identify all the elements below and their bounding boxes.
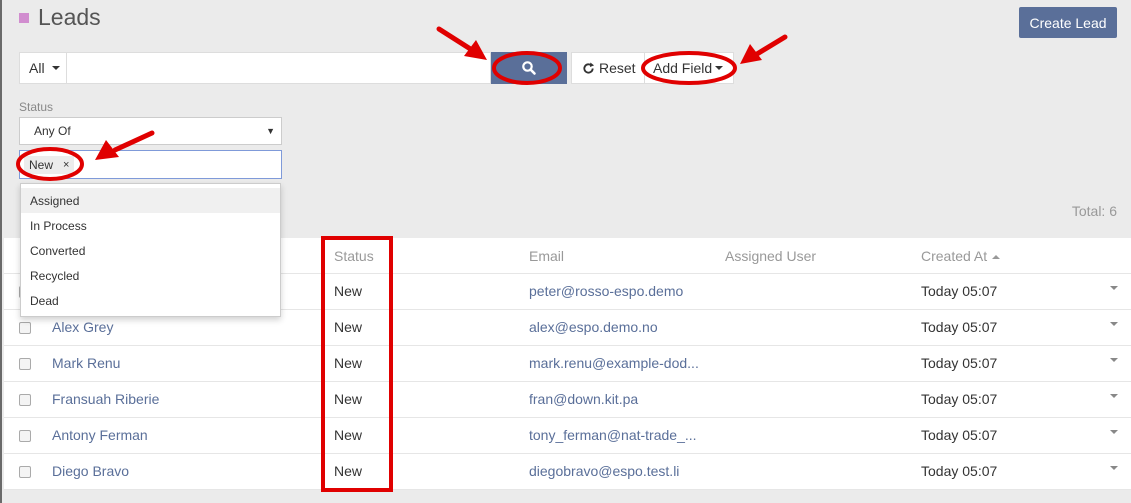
row-checkbox[interactable] — [19, 466, 31, 478]
column-status[interactable]: Status — [334, 248, 374, 264]
lead-created-at: Today 05:07 — [921, 355, 998, 371]
brand-square-icon — [19, 13, 29, 23]
lead-email-link[interactable]: mark.renu@example-dod... — [529, 355, 699, 371]
select-arrow-icon: ▼ — [266, 126, 275, 136]
search-input[interactable] — [66, 52, 491, 84]
lead-email-link[interactable]: peter@rosso-espo.demo — [529, 283, 683, 299]
lead-name-link[interactable]: Diego Bravo — [52, 463, 129, 479]
status-options-dropdown: Assigned In Process Converted Recycled D… — [20, 183, 281, 317]
search-button[interactable] — [491, 52, 567, 84]
status-tag-input[interactable]: New × — [19, 150, 282, 179]
table-row: Fransuah Riberie New fran@down.kit.pa To… — [4, 382, 1131, 418]
lead-status: New — [334, 427, 363, 443]
lead-created-at: Today 05:07 — [921, 319, 998, 335]
lead-created-at: Today 05:07 — [921, 427, 998, 443]
row-actions-caret-icon[interactable] — [1110, 322, 1118, 326]
arrow-icon — [740, 34, 788, 64]
row-actions-caret-icon[interactable] — [1110, 394, 1118, 398]
status-option[interactable]: Dead — [21, 288, 280, 313]
row-checkbox[interactable] — [19, 322, 31, 334]
lead-status: New — [334, 283, 363, 299]
caret-down-icon — [715, 66, 724, 70]
status-filter-label: Status — [19, 100, 54, 114]
status-tag-label: New — [29, 157, 54, 172]
column-created-at-label: Created At — [921, 248, 988, 264]
status-option[interactable]: Assigned — [21, 188, 280, 213]
add-field-label: Add Field — [653, 60, 713, 76]
lead-name-link[interactable]: Mark Renu — [52, 355, 120, 371]
row-checkbox[interactable] — [19, 430, 31, 442]
remove-tag-icon[interactable]: × — [63, 159, 69, 171]
status-option[interactable]: In Process — [21, 213, 280, 238]
table-row: Mark Renu New mark.renu@example-dod... T… — [4, 346, 1131, 382]
total-count: Total: 6 — [1071, 203, 1117, 219]
lead-status: New — [334, 463, 363, 479]
lead-name-link[interactable]: Alex Grey — [52, 319, 113, 335]
row-actions-caret-icon[interactable] — [1110, 358, 1118, 362]
lead-created-at: Today 05:07 — [921, 391, 998, 407]
create-lead-button[interactable]: Create Lead — [1019, 7, 1117, 38]
scope-label: All — [29, 60, 45, 76]
lead-email-link[interactable]: fran@down.kit.pa — [529, 391, 638, 407]
refresh-icon — [583, 61, 595, 74]
row-checkbox[interactable] — [19, 394, 31, 406]
lead-created-at: Today 05:07 — [921, 463, 998, 479]
row-checkbox[interactable] — [19, 358, 31, 370]
reset-label: Reset — [599, 60, 636, 76]
row-actions-caret-icon[interactable] — [1110, 466, 1118, 470]
lead-email-link[interactable]: diegobravo@espo.test.li — [529, 463, 679, 479]
search-icon — [522, 61, 536, 75]
page-title: Leads — [38, 4, 101, 30]
row-actions-caret-icon[interactable] — [1110, 286, 1118, 290]
lead-created-at: Today 05:07 — [921, 283, 998, 299]
lead-status: New — [334, 355, 363, 371]
lead-email-link[interactable]: tony_ferman@nat-trade_... — [529, 427, 697, 443]
status-operator-select[interactable]: Any Of ▼ — [19, 117, 282, 145]
row-actions-caret-icon[interactable] — [1110, 430, 1118, 434]
status-option[interactable]: Converted — [21, 238, 280, 263]
lead-name-link[interactable]: Fransuah Riberie — [52, 391, 159, 407]
lead-status: New — [334, 391, 363, 407]
scope-dropdown[interactable]: All — [19, 52, 66, 84]
operator-value: Any Of — [34, 124, 71, 138]
column-assigned-user[interactable]: Assigned User — [725, 248, 816, 264]
caret-down-icon — [51, 66, 60, 70]
column-email[interactable]: Email — [529, 248, 564, 264]
column-created-at[interactable]: Created At — [921, 248, 1001, 264]
status-option[interactable]: Recycled — [21, 263, 280, 288]
status-tag: New × — [24, 155, 75, 174]
lead-email-link[interactable]: alex@espo.demo.no — [529, 319, 658, 335]
table-row: Diego Bravo New diegobravo@espo.test.li … — [4, 454, 1131, 490]
reset-button[interactable]: Reset — [571, 52, 645, 84]
add-field-button[interactable]: Add Field — [645, 52, 734, 84]
sort-ascending-icon — [992, 255, 1001, 260]
table-row: Antony Ferman New tony_ferman@nat-trade_… — [4, 418, 1131, 454]
lead-status: New — [334, 319, 363, 335]
lead-name-link[interactable]: Antony Ferman — [52, 427, 148, 443]
